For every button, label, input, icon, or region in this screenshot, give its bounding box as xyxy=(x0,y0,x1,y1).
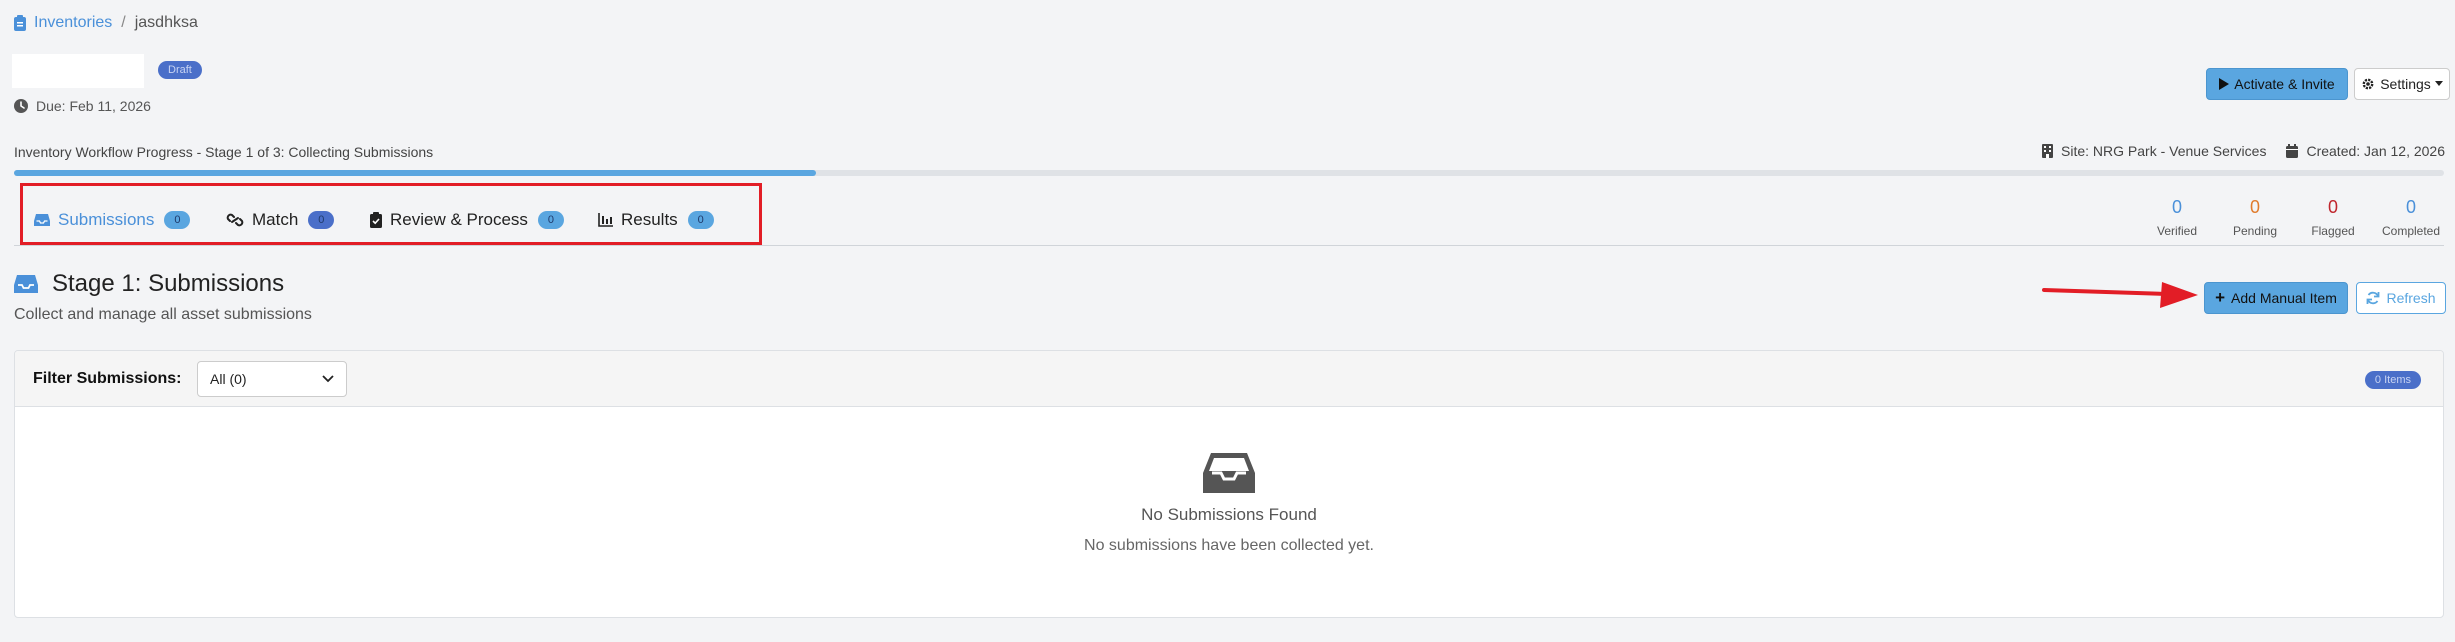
submissions-panel: Filter Submissions: All (0) 0 Items No S… xyxy=(14,350,2444,618)
tabs-highlight-box xyxy=(20,183,762,245)
activate-invite-button[interactable]: Activate & Invite xyxy=(2206,68,2348,100)
stage-subtitle: Collect and manage all asset submissions xyxy=(14,306,312,323)
activate-invite-label: Activate & Invite xyxy=(2234,76,2335,92)
stat-verified-value: 0 xyxy=(2171,197,2182,217)
created-text: Created: Jan 12, 2026 xyxy=(2306,143,2445,159)
due-date-text: Due: Feb 11, 2026 xyxy=(36,98,151,114)
stat-verified-label: Verified xyxy=(2156,224,2198,238)
breadcrumb-current: jasdhksa xyxy=(134,14,198,31)
annotation-arrow-icon xyxy=(2042,282,2198,308)
stage-title: Stage 1: Submissions xyxy=(52,270,285,297)
stats-divider xyxy=(2132,245,2444,246)
inbox-icon xyxy=(14,275,38,293)
stat-flagged-value: 0 xyxy=(2327,197,2338,217)
site-text: Site: NRG Park - Venue Services xyxy=(2061,143,2267,159)
site-info: Site: NRG Park - Venue Services Created:… xyxy=(2042,143,2445,159)
due-date: Due: Feb 11, 2026 xyxy=(14,98,151,114)
stat-completed: 0 Completed xyxy=(2372,194,2450,238)
inbox-icon xyxy=(1203,453,1255,493)
building-icon xyxy=(2042,144,2054,158)
items-count-badge: 0 Items xyxy=(2364,371,2421,389)
calendar-icon xyxy=(2286,144,2299,158)
stat-flagged-label: Flagged xyxy=(2311,224,2355,238)
stat-pending-value: 0 xyxy=(2249,197,2260,217)
empty-state: No Submissions Found No submissions have… xyxy=(15,451,2443,555)
inventory-title-field xyxy=(12,54,144,88)
settings-button[interactable]: Settings xyxy=(2354,68,2450,100)
workflow-progress-bar xyxy=(14,170,2444,176)
clipboard-icon xyxy=(14,15,26,31)
clock-icon xyxy=(14,99,28,113)
stat-completed-label: Completed xyxy=(2381,224,2441,238)
stats-summary: 0 Verified 0 Pending 0 Flagged 0 Complet… xyxy=(2138,194,2450,238)
stat-verified: 0 Verified xyxy=(2138,194,2216,238)
refresh-button[interactable]: Refresh xyxy=(2356,282,2446,314)
chevron-down-icon xyxy=(322,375,334,383)
stat-completed-value: 0 xyxy=(2405,197,2416,217)
panel-header: Filter Submissions: All (0) 0 Items xyxy=(15,351,2443,407)
workflow-progress-fill xyxy=(14,170,816,176)
refresh-label: Refresh xyxy=(2386,290,2436,306)
empty-state-message: No submissions have been collected yet. xyxy=(1084,537,1374,554)
add-manual-item-label: Add Manual Item xyxy=(2231,290,2337,306)
add-manual-item-button[interactable]: + Add Manual Item xyxy=(2204,282,2348,314)
breadcrumb: Inventories / jasdhksa xyxy=(14,12,198,34)
breadcrumb-separator: / xyxy=(121,14,126,31)
caret-down-icon xyxy=(2434,81,2443,86)
status-badge: Draft xyxy=(158,61,202,79)
stage-heading: Stage 1: Submissions xyxy=(14,270,284,298)
empty-state-title: No Submissions Found xyxy=(1141,505,1317,524)
breadcrumb-inventories-link[interactable]: Inventories xyxy=(34,14,112,32)
refresh-icon xyxy=(2367,291,2380,305)
settings-label: Settings xyxy=(2380,76,2431,92)
stat-pending: 0 Pending xyxy=(2216,194,2294,238)
gear-icon xyxy=(2362,78,2374,90)
stat-flagged: 0 Flagged xyxy=(2294,194,2372,238)
filter-select[interactable]: All (0) xyxy=(197,361,347,397)
play-icon xyxy=(2219,78,2230,90)
plus-icon: + xyxy=(2215,288,2226,307)
stat-pending-label: Pending xyxy=(2232,224,2278,238)
filter-label: Filter Submissions: xyxy=(33,370,182,387)
progress-label: Inventory Workflow Progress - Stage 1 of… xyxy=(14,144,434,160)
filter-selected-value: All (0) xyxy=(210,371,247,387)
